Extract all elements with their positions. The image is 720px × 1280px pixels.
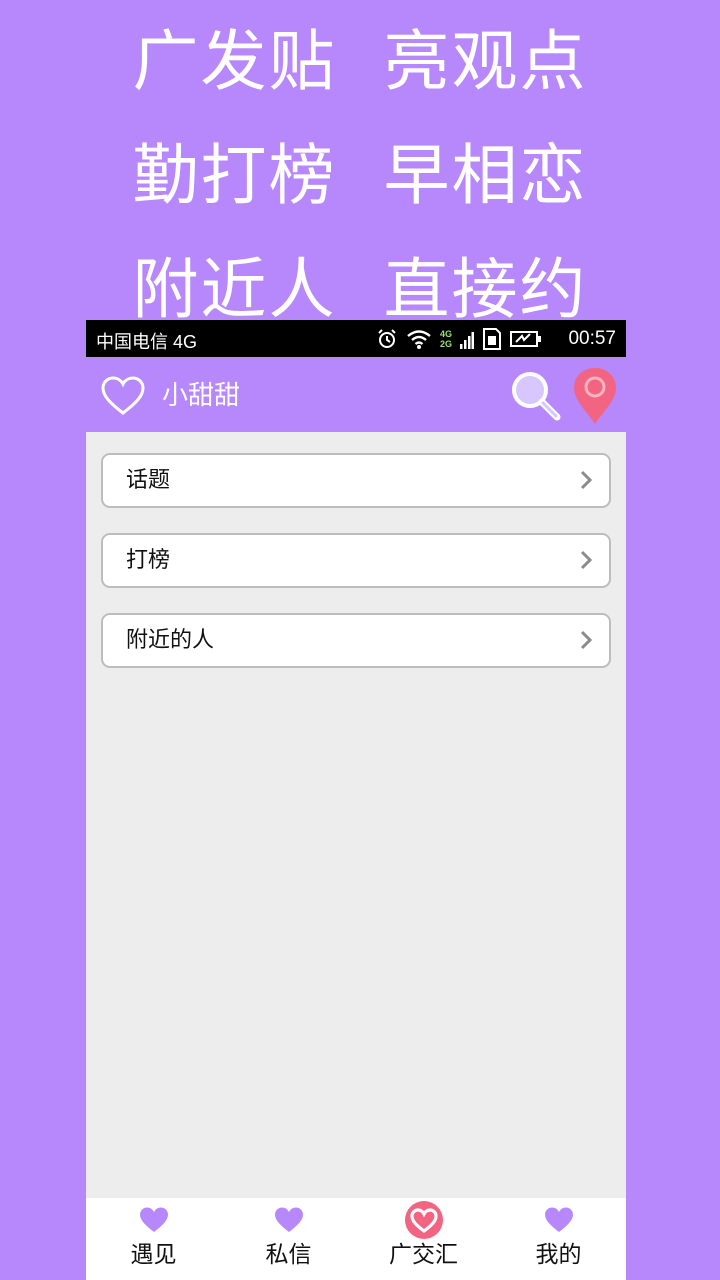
alarm-icon	[378, 329, 396, 348]
sim-icon	[483, 328, 501, 350]
promo-line-2: 勤打榜 早相恋	[132, 137, 588, 214]
tab-meet[interactable]: 遇见	[86, 1198, 221, 1280]
clock: 00:57	[568, 328, 616, 349]
heart-outline-icon[interactable]	[100, 375, 146, 417]
heart-circle-icon	[404, 1201, 443, 1239]
tab-label: 我的	[535, 1242, 582, 1268]
promo-banner: 广发贴 亮观点 勤打榜 早相恋 附近人 直接约	[0, 0, 720, 328]
tab-social-hub[interactable]: 广交汇	[356, 1198, 491, 1280]
bottom-tab-bar: 遇见 私信 广交汇 我的	[86, 1198, 626, 1280]
heart-icon	[139, 1207, 168, 1232]
menu-item-ranking[interactable]: 打榜	[101, 533, 611, 588]
location-pin-icon[interactable]	[570, 366, 620, 426]
heart-icon	[544, 1207, 573, 1232]
battery-icon	[510, 331, 541, 347]
app-bar: 小甜甜	[86, 357, 626, 432]
app-title: 小甜甜	[162, 381, 241, 411]
menu-item-label: 打榜	[126, 548, 171, 573]
menu-item-topics[interactable]: 话题	[101, 453, 611, 508]
network-bottom-label: 2G	[439, 339, 452, 349]
tab-label: 广交汇	[389, 1242, 458, 1268]
signal-icon	[460, 332, 474, 349]
status-icons: 4G 2G	[376, 326, 542, 352]
heart-icon	[274, 1207, 303, 1232]
phone-screen: 中国电信 4G 4G 2G 00:57 小甜甜 话题 打榜 附近的人 遇见 私信…	[86, 320, 626, 1280]
tab-messages[interactable]: 私信	[221, 1198, 356, 1280]
tab-label: 私信	[265, 1242, 312, 1268]
tab-label: 遇见	[130, 1242, 177, 1268]
tab-profile[interactable]: 我的	[491, 1198, 626, 1280]
search-icon[interactable]	[508, 368, 564, 424]
chevron-right-icon	[580, 470, 593, 490]
menu-item-label: 附近的人	[126, 628, 215, 653]
network-type: 4G 2G	[440, 329, 452, 349]
menu-list: 话题 打榜 附近的人	[101, 453, 611, 693]
wifi-icon	[407, 330, 431, 349]
promo-line-1: 广发贴 亮观点	[132, 23, 588, 100]
network-top-label: 4G	[439, 329, 452, 339]
menu-item-label: 话题	[126, 468, 171, 493]
carrier-label: 中国电信 4G	[96, 332, 198, 352]
chevron-right-icon	[580, 550, 593, 570]
status-bar: 中国电信 4G 4G 2G 00:57	[86, 320, 626, 357]
promo-line-3: 附近人 直接约	[132, 251, 588, 328]
chevron-right-icon	[580, 630, 593, 650]
menu-item-nearby[interactable]: 附近的人	[101, 613, 611, 668]
